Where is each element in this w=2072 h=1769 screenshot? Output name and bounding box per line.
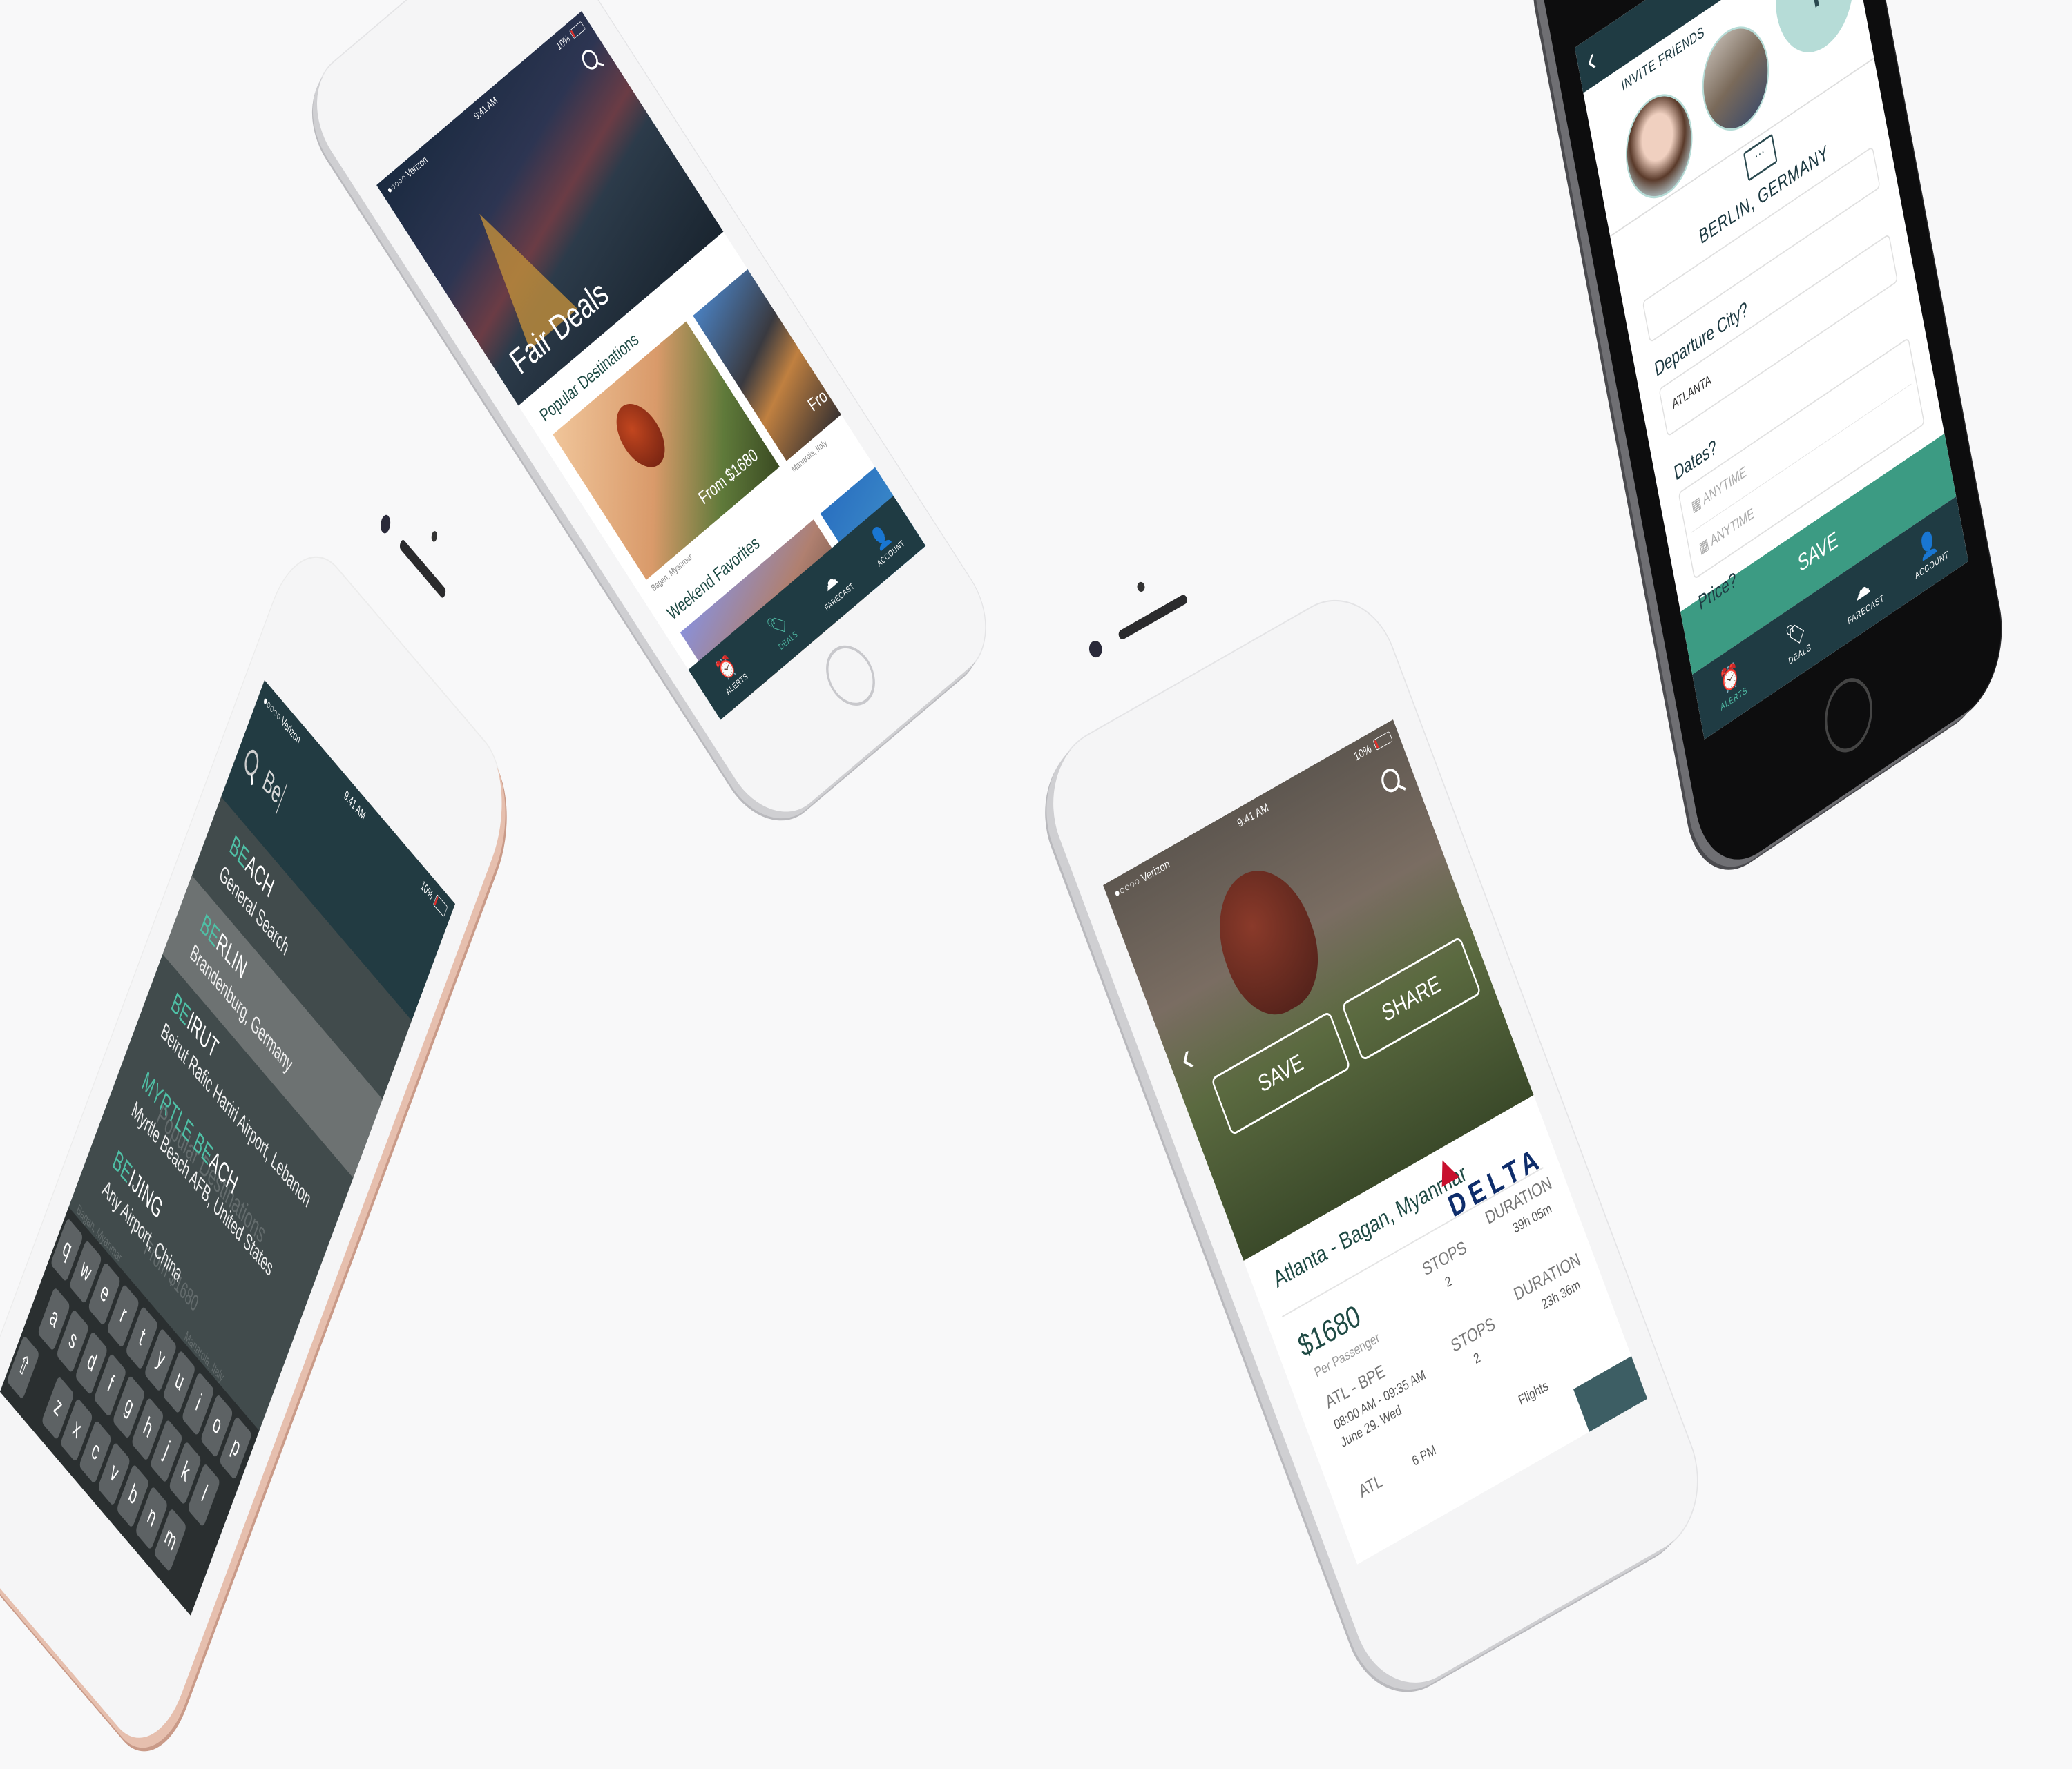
phone-deals: ●○○○○ Verizon 9:41 AM 10% Fair Deals Pop…	[295, 0, 1007, 835]
front-camera	[378, 512, 392, 537]
friend-avatar[interactable]	[1618, 77, 1700, 215]
search-icon[interactable]	[242, 744, 262, 781]
front-camera	[1086, 638, 1104, 660]
sensor	[1135, 580, 1147, 594]
card-price: From $1680	[695, 445, 762, 509]
search-input[interactable]: Be	[258, 763, 288, 814]
add-friend-button[interactable]: +	[1767, 0, 1863, 72]
balloon-image	[1202, 851, 1334, 1032]
stops-label: STOPS	[1448, 1313, 1498, 1357]
home-button[interactable]	[816, 634, 885, 717]
balloon-image	[606, 394, 675, 478]
speaker	[399, 538, 447, 600]
friend-avatar[interactable]	[1694, 9, 1777, 148]
home-button[interactable]	[1819, 666, 1878, 765]
phone-alert-form: ‹ INVITE FRIENDS + ··· BERLIN, GERMANY D…	[1530, 0, 2013, 886]
back-chevron-icon[interactable]: ‹	[1584, 38, 1599, 82]
flights-label: Flights	[1516, 1378, 1551, 1409]
speaker	[1117, 593, 1189, 641]
sensor	[430, 529, 439, 544]
stops-value: 2	[1443, 1273, 1454, 1291]
phone-search: Popular Destinations From $1680 Bagan, M…	[0, 512, 520, 1769]
chat-icon[interactable]: ···	[1743, 133, 1778, 182]
stops-value: 2	[1471, 1350, 1483, 1367]
date-to-value: ANYTIME	[1709, 504, 1756, 550]
departure-value: ATLANTA	[1671, 372, 1712, 413]
stops-label: STOPS	[1419, 1236, 1470, 1280]
return-time: 6 PM	[1410, 1442, 1439, 1470]
date-to[interactable]: ▦ ANYTIME	[1698, 504, 1755, 558]
phone-flight: ●○○○○ Verizon 9:41 AM 10% ‹ SAVE SHARE A…	[1033, 577, 1718, 1708]
return-route: ATL	[1356, 1469, 1385, 1502]
date-from-value: ANYTIME	[1701, 463, 1748, 508]
